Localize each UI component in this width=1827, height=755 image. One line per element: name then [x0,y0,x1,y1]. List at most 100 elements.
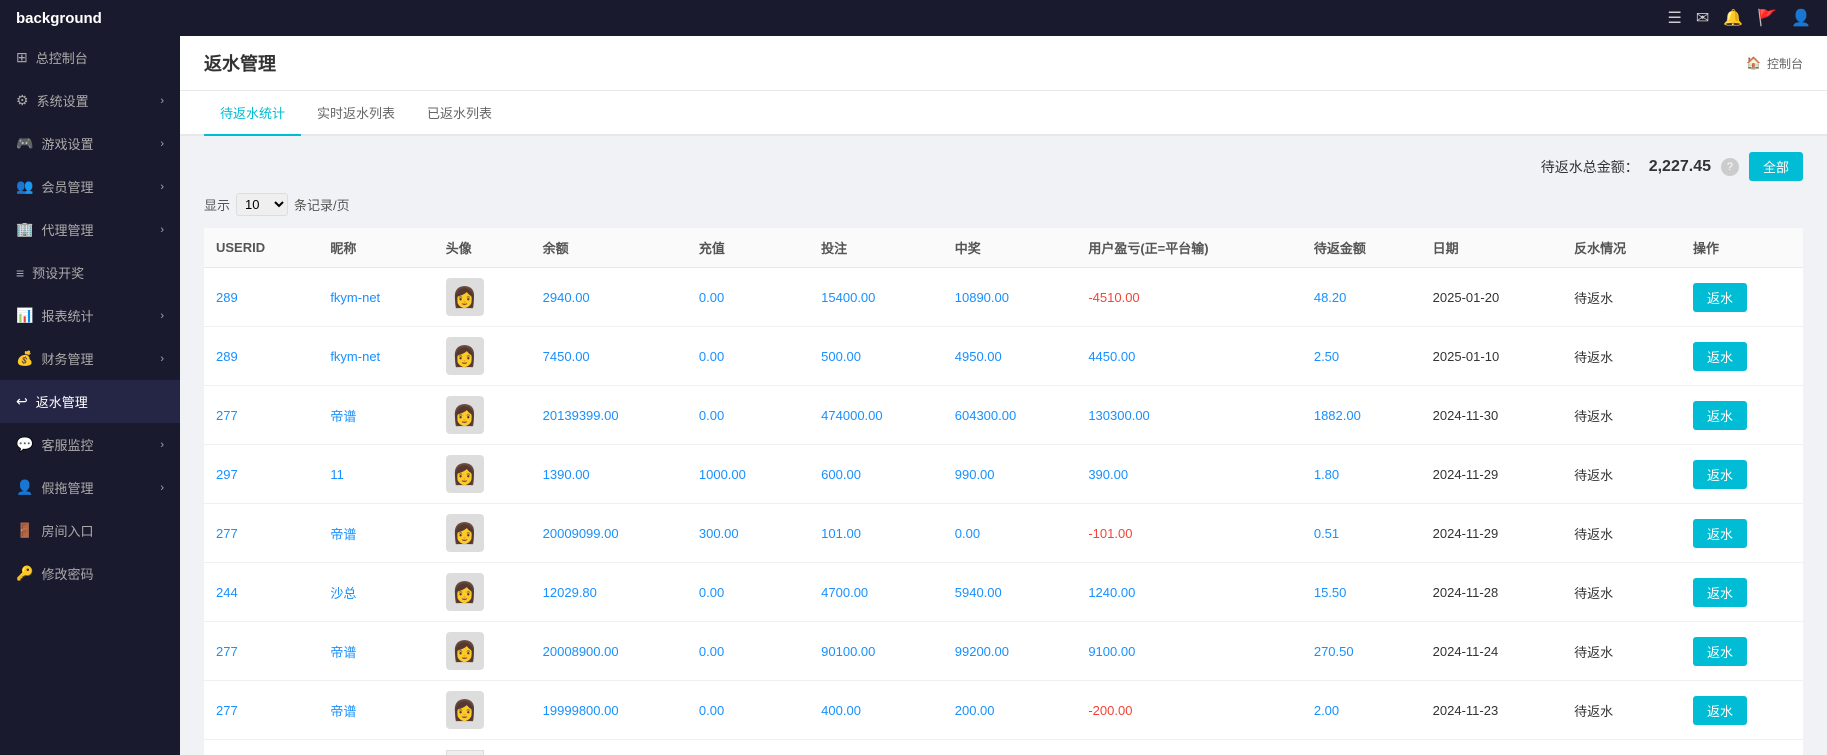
fanshui-button[interactable]: 返水 [1693,637,1747,666]
fanshui-button[interactable]: 返水 [1693,401,1747,430]
table-row: 289 fkym-net 👩 2940.00 0.00 15400.00 108… [204,268,1803,327]
info-icon[interactable]: ? [1721,158,1739,176]
col-pending-amount: 待返金额 [1302,228,1421,268]
tab-pending-stats-label: 待返水统计 [220,106,285,121]
avatar-placeholder [446,750,484,755]
cell-pending-amount: 270.50 [1302,622,1421,681]
sidebar-item-game-settings[interactable]: 🎮 游戏设置 › [0,122,180,165]
cell-profit-loss: 4450.00 [1076,327,1302,386]
sidebar-item-dashboard[interactable]: ⊞ 总控制台 [0,36,180,79]
cell-balance: 20008900.00 [531,622,687,681]
sidebar-item-rebate-mgmt[interactable]: ↩ 返水管理 [0,380,180,423]
sidebar-label-fake-mgmt: 假拖管理 [41,478,93,497]
col-recharge: 充值 [687,228,809,268]
cell-action[interactable]: 返水 [1681,681,1803,740]
user-icon[interactable]: 👤 [1791,8,1811,28]
cell-action[interactable]: 返水 [1681,622,1803,681]
room-entry-icon: 🚪 [16,522,33,539]
flag-icon[interactable]: 🚩 [1757,8,1777,28]
chevron-right-icon-3: › [160,181,164,193]
fanshui-button[interactable]: 返水 [1693,578,1747,607]
tab-pending-stats[interactable]: 待返水统计 [204,91,301,136]
cell-action[interactable]: 返水 [1681,445,1803,504]
cell-balance: 1390.00 [531,445,687,504]
cell-pending-amount: 4.44 [1302,740,1421,755]
menu-icon[interactable]: ☰ [1667,8,1681,28]
sidebar-item-finance-mgmt[interactable]: 💰 财务管理 › [0,337,180,380]
cell-action[interactable]: 返水 [1681,740,1803,755]
cell-pending-amount: 0.51 [1302,504,1421,563]
cell-bet: 474000.00 [809,386,943,445]
table-row: 277 帝谱 👩 20009099.00 300.00 101.00 0.00 … [204,504,1803,563]
cell-date: 2024-11-28 [1421,563,1562,622]
cell-action[interactable]: 返水 [1681,563,1803,622]
cell-userid: 289 [204,268,318,327]
fanshui-button[interactable]: 返水 [1693,519,1747,548]
sidebar: ⊞ 总控制台 ⚙ 系统设置 › 🎮 游戏设置 › 👥 会员管理 › 🏢 代理管理… [0,36,180,755]
sidebar-item-fake-mgmt[interactable]: 👤 假拖管理 › [0,466,180,509]
cell-recharge: 0.00 [687,386,809,445]
cell-bet: 888.00 [809,740,943,755]
avatar: 👩 [446,514,484,552]
table-row: 277 帝谱 👩 20008900.00 0.00 90100.00 99200… [204,622,1803,681]
sidebar-item-room-entry[interactable]: 🚪 房间入口 [0,509,180,552]
sidebar-label-member-mgmt: 会员管理 [41,177,93,196]
cell-action[interactable]: 返水 [1681,386,1803,445]
mail-icon[interactable]: ✉ [1696,8,1709,28]
cell-date: 2024-11-24 [1421,622,1562,681]
cell-recharge: 0.00 [687,681,809,740]
chevron-right-icon-7: › [160,439,164,451]
sidebar-item-system-settings[interactable]: ⚙ 系统设置 › [0,79,180,122]
sidebar-label-finance-mgmt: 财务管理 [41,349,93,368]
cell-profit-loss: -4510.00 [1076,268,1302,327]
sidebar-label-agent-mgmt: 代理管理 [41,220,93,239]
cell-status: 待返水 [1562,386,1681,445]
cell-profit-loss: -888.00 [1076,740,1302,755]
cell-nickname: 帝谱 [318,681,433,740]
bell-icon[interactable]: 🔔 [1723,8,1743,28]
sidebar-item-pre-lottery[interactable]: ≡ 预设开奖 [0,251,180,294]
cell-action[interactable]: 返水 [1681,327,1803,386]
col-userid: USERID [204,228,318,268]
tabs-bar: 待返水统计 实时返水列表 已返水列表 [180,91,1827,136]
chevron-right-icon: › [160,95,164,107]
col-date: 日期 [1421,228,1562,268]
cell-nickname: 沙总 [318,563,433,622]
cell-balance: 20139399.00 [531,386,687,445]
tab-returned-list[interactable]: 已返水列表 [411,91,508,136]
col-status: 反水情况 [1562,228,1681,268]
quanbu-button[interactable]: 全部 [1749,152,1803,181]
cell-win: 4950.00 [943,327,1077,386]
cell-userid: 275 [204,740,318,755]
tab-realtime-list[interactable]: 实时返水列表 [301,91,411,136]
fanshui-button[interactable]: 返水 [1693,696,1747,725]
cell-bet: 15400.00 [809,268,943,327]
cell-nickname: 帝谱 [318,622,433,681]
chevron-right-icon-5: › [160,310,164,322]
fanshui-button[interactable]: 返水 [1693,342,1747,371]
sidebar-item-member-mgmt[interactable]: 👥 会员管理 › [0,165,180,208]
fanshui-button[interactable]: 返水 [1693,283,1747,312]
cell-action[interactable]: 返水 [1681,504,1803,563]
per-page-select[interactable]: 10 25 50 100 [236,193,288,216]
col-action: 操作 [1681,228,1803,268]
cell-recharge: 0.00 [687,327,809,386]
cell-win: 604300.00 [943,386,1077,445]
avatar: 👩 [446,278,484,316]
tab-realtime-list-label: 实时返水列表 [317,106,395,121]
cell-balance: 12029.80 [531,563,687,622]
summary-bar: 待返水总金额： 2,227.45 ? 全部 [204,152,1803,181]
fanshui-button[interactable]: 返水 [1693,460,1747,489]
cell-balance: 20009099.00 [531,504,687,563]
cell-balance: 19999800.00 [531,681,687,740]
avatar: 👩 [446,573,484,611]
sidebar-item-agent-mgmt[interactable]: 🏢 代理管理 › [0,208,180,251]
cell-bet: 101.00 [809,504,943,563]
sidebar-item-report-stats[interactable]: 📊 报表统计 › [0,294,180,337]
sidebar-item-change-password[interactable]: 🔑 修改密码 [0,552,180,595]
cell-action[interactable]: 返水 [1681,268,1803,327]
avatar: 👩 [446,396,484,434]
col-win: 中奖 [943,228,1077,268]
sidebar-item-customer-service[interactable]: 💬 客服监控 › [0,423,180,466]
summary-amount: 2,227.45 [1649,158,1711,176]
